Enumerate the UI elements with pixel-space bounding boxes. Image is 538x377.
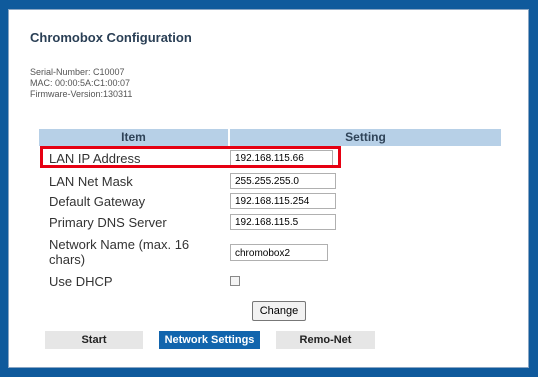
label-net-mask: LAN Net Mask <box>49 173 133 189</box>
label-dhcp: Use DHCP <box>49 273 113 289</box>
network-name-input[interactable]: chromobox2 <box>230 244 328 261</box>
device-info: Serial-Number: C10007 MAC: 00:00:5A:C1:0… <box>30 67 132 100</box>
label-lan-ip: LAN IP Address <box>49 150 141 166</box>
gateway-input[interactable]: 192.168.115.254 <box>230 193 336 209</box>
row-gateway: Default Gateway 192.168.115.254 <box>39 193 501 209</box>
header-setting: Setting <box>230 129 501 146</box>
label-dns: Primary DNS Server <box>49 214 167 230</box>
firmware-version: Firmware-Version:130311 <box>30 89 133 99</box>
row-dns: Primary DNS Server 192.168.115.5 <box>39 214 501 230</box>
serial-number: Serial-Number: C10007 <box>30 67 125 77</box>
page-title: Chromobox Configuration <box>30 30 192 45</box>
nav-network-settings[interactable]: Network Settings <box>159 331 260 349</box>
label-network-name: Network Name (max. 16 chars) <box>49 237 190 267</box>
row-network-name: Network Name (max. 16 chars) chromobox2 <box>39 236 501 268</box>
row-dhcp: Use DHCP <box>39 273 501 289</box>
nav-remo-net[interactable]: Remo-Net <box>276 331 375 349</box>
row-net-mask: LAN Net Mask 255.255.255.0 <box>39 173 501 189</box>
row-lan-ip: LAN IP Address 192.168.115.66 <box>39 150 501 166</box>
label-gateway: Default Gateway <box>49 193 146 209</box>
mac-address: MAC: 00:00:5A:C1:00:07 <box>30 78 131 88</box>
change-button[interactable]: Change <box>252 301 306 321</box>
nav-start[interactable]: Start <box>45 331 143 349</box>
table-header: Item Setting <box>39 129 501 146</box>
lan-ip-input[interactable]: 192.168.115.66 <box>230 150 333 166</box>
dns-input[interactable]: 192.168.115.5 <box>230 214 336 230</box>
dhcp-checkbox[interactable] <box>230 276 240 286</box>
header-item: Item <box>39 129 228 146</box>
net-mask-input[interactable]: 255.255.255.0 <box>230 173 336 189</box>
